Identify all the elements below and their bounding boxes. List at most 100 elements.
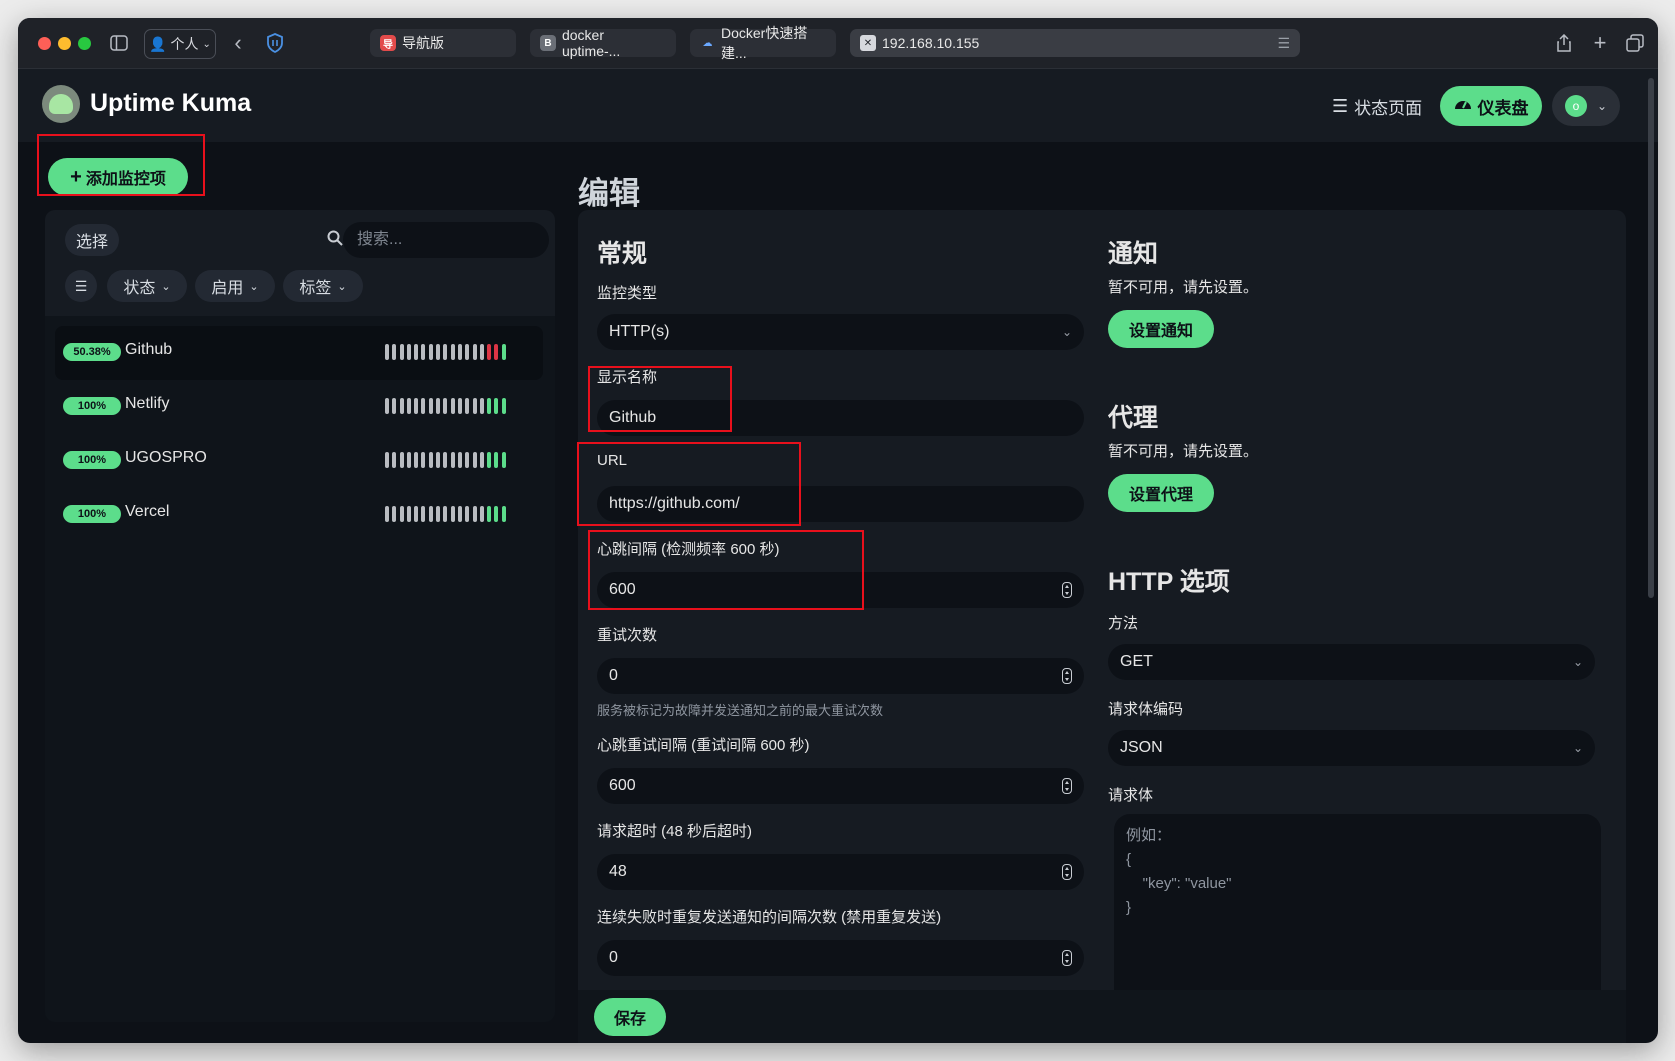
- tab-overview-icon[interactable]: [1624, 30, 1646, 56]
- chevron-down-icon: ⌄: [1572, 741, 1583, 755]
- heartbeat-empty: [472, 506, 477, 522]
- heartbeat-up: [501, 398, 506, 414]
- url-value: https://github.com/: [609, 495, 740, 512]
- resend-input[interactable]: 0: [597, 940, 1084, 976]
- new-tab-icon[interactable]: +: [1590, 30, 1610, 56]
- reader-icon[interactable]: ☰: [1277, 35, 1290, 52]
- status-page-label: 状态页面: [1354, 99, 1423, 118]
- friendly-name-value: Github: [609, 409, 657, 426]
- filter-active[interactable]: 启用 ⌄: [195, 270, 275, 302]
- add-monitor-button[interactable]: + 添加监控项: [48, 158, 188, 196]
- tab-favicon-icon: ✕: [860, 35, 876, 51]
- retries-input[interactable]: 0: [597, 658, 1084, 694]
- dashboard-button[interactable]: 仪表盘: [1440, 86, 1542, 126]
- url-input[interactable]: https://github.com/: [597, 486, 1084, 522]
- heartbeat-empty: [392, 344, 397, 360]
- scrollbar[interactable]: [1648, 78, 1654, 598]
- heartbeat-bar: [385, 344, 506, 360]
- heartbeat-empty: [479, 452, 484, 468]
- app-header: Uptime Kuma ☰ 状态页面 仪表盘 o ⌄: [18, 69, 1658, 142]
- monitor-list-toolbar: 选择 ☰ 状态 ⌄ 启用 ⌄ 标签 ⌄: [45, 210, 555, 316]
- save-button[interactable]: 保存: [594, 998, 666, 1036]
- minimize-window-button[interactable]: [58, 37, 71, 50]
- heartbeat-empty: [479, 506, 484, 522]
- heartbeat-empty: [421, 344, 426, 360]
- heartbeat-empty: [392, 452, 397, 468]
- heartbeat-empty: [457, 506, 462, 522]
- monitor-type-select[interactable]: HTTP(s) ⌄: [597, 314, 1084, 350]
- tab-docker-uptime[interactable]: B docker uptime-...: [530, 27, 676, 59]
- heartbeat-empty: [472, 452, 477, 468]
- profile-selector[interactable]: 👤 个人 ⌄: [144, 29, 216, 59]
- shield-icon[interactable]: [264, 30, 286, 56]
- setup-proxy-button[interactable]: 设置代理: [1108, 474, 1214, 512]
- tab-label: Docker快速搭建...: [721, 25, 808, 61]
- status-page-link[interactable]: ☰ 状态页面: [1332, 94, 1422, 119]
- browser-toolbar: 👤 个人 ⌄ ‹ 导 导航版 B docker uptime-... ☁ Doc…: [18, 18, 1658, 69]
- heartbeat-empty: [392, 506, 397, 522]
- timeout-label: 请求超时 (48 秒后超时): [597, 823, 753, 840]
- heartbeat-empty: [406, 398, 411, 414]
- monitor-item-github[interactable]: 50.38% Github: [55, 326, 543, 380]
- user-menu[interactable]: o ⌄: [1552, 86, 1620, 126]
- list-icon: ☰: [1332, 96, 1349, 116]
- friendly-name-input[interactable]: Github: [597, 400, 1084, 436]
- app-title: Uptime Kuma: [90, 89, 252, 117]
- close-window-button[interactable]: [38, 37, 51, 50]
- filter-menu-button[interactable]: ☰: [65, 270, 97, 302]
- stepper-icon[interactable]: [1062, 864, 1072, 880]
- share-icon[interactable]: [1554, 30, 1574, 56]
- body-encoding-select[interactable]: JSON ⌄: [1108, 730, 1595, 766]
- heartbeat-empty: [414, 452, 419, 468]
- gauge-icon: [1454, 96, 1472, 117]
- tab-nav[interactable]: 导 导航版: [370, 29, 516, 57]
- heartbeat-empty: [406, 452, 411, 468]
- person-icon: 👤: [149, 35, 167, 52]
- heartbeat-empty: [385, 506, 389, 522]
- setup-notification-button[interactable]: 设置通知: [1108, 310, 1214, 348]
- select-button[interactable]: 选择: [65, 224, 119, 256]
- heartbeat-empty: [457, 452, 462, 468]
- uptime-badge: 50.38%: [63, 343, 121, 361]
- search-icon: [327, 230, 343, 251]
- chevron-down-icon: ⌄: [1572, 655, 1583, 669]
- heartbeat-empty: [399, 506, 404, 522]
- monitor-item-ugospro[interactable]: 100% UGOSPRO: [55, 434, 543, 488]
- filter-tags[interactable]: 标签 ⌄: [283, 270, 363, 302]
- chevron-down-icon: ⌄: [161, 280, 171, 293]
- stepper-icon[interactable]: [1062, 778, 1072, 794]
- stepper-icon[interactable]: [1062, 582, 1072, 598]
- tab-label: 192.168.10.155: [882, 35, 980, 51]
- tab-current[interactable]: ✕ 192.168.10.155 ☰: [850, 29, 1300, 57]
- uptime-badge: 100%: [63, 397, 121, 415]
- sidebar-toggle-icon[interactable]: [108, 30, 130, 56]
- retries-value: 0: [609, 667, 618, 684]
- heartbeat-up: [494, 506, 499, 522]
- heartbeat-down: [494, 344, 499, 360]
- tab-label: 导航版: [402, 35, 444, 51]
- url-label: URL: [597, 452, 628, 469]
- search-input[interactable]: [343, 222, 549, 258]
- interval-input[interactable]: 600: [597, 572, 1084, 608]
- maximize-window-button[interactable]: [78, 37, 91, 50]
- method-select[interactable]: GET ⌄: [1108, 644, 1595, 680]
- heartbeat-empty: [479, 398, 484, 414]
- monitor-item-vercel[interactable]: 100% Vercel: [55, 488, 543, 542]
- proxy-unavailable-text: 暂不可用，请先设置。: [1108, 443, 1259, 460]
- monitor-name: UGOSPRO: [125, 449, 207, 466]
- monitor-item-netlify[interactable]: 100% Netlify: [55, 380, 543, 434]
- stepper-icon[interactable]: [1062, 668, 1072, 684]
- request-body-textarea[interactable]: 例如： { "key": "value" }: [1114, 814, 1601, 990]
- stepper-icon[interactable]: [1062, 950, 1072, 966]
- monitor-name: Github: [125, 341, 173, 358]
- tab-docker-setup[interactable]: ☁ Docker快速搭建...: [690, 25, 836, 61]
- retry-interval-input[interactable]: 600: [597, 768, 1084, 804]
- heartbeat-empty: [406, 344, 411, 360]
- filter-status[interactable]: 状态 ⌄: [107, 270, 187, 302]
- interval-value: 600: [609, 581, 636, 598]
- back-arrow-icon[interactable]: ‹: [228, 30, 248, 56]
- heartbeat-empty: [450, 506, 455, 522]
- heartbeat-empty: [436, 398, 441, 414]
- timeout-input[interactable]: 48: [597, 854, 1084, 890]
- filter-label: 标签: [299, 280, 332, 297]
